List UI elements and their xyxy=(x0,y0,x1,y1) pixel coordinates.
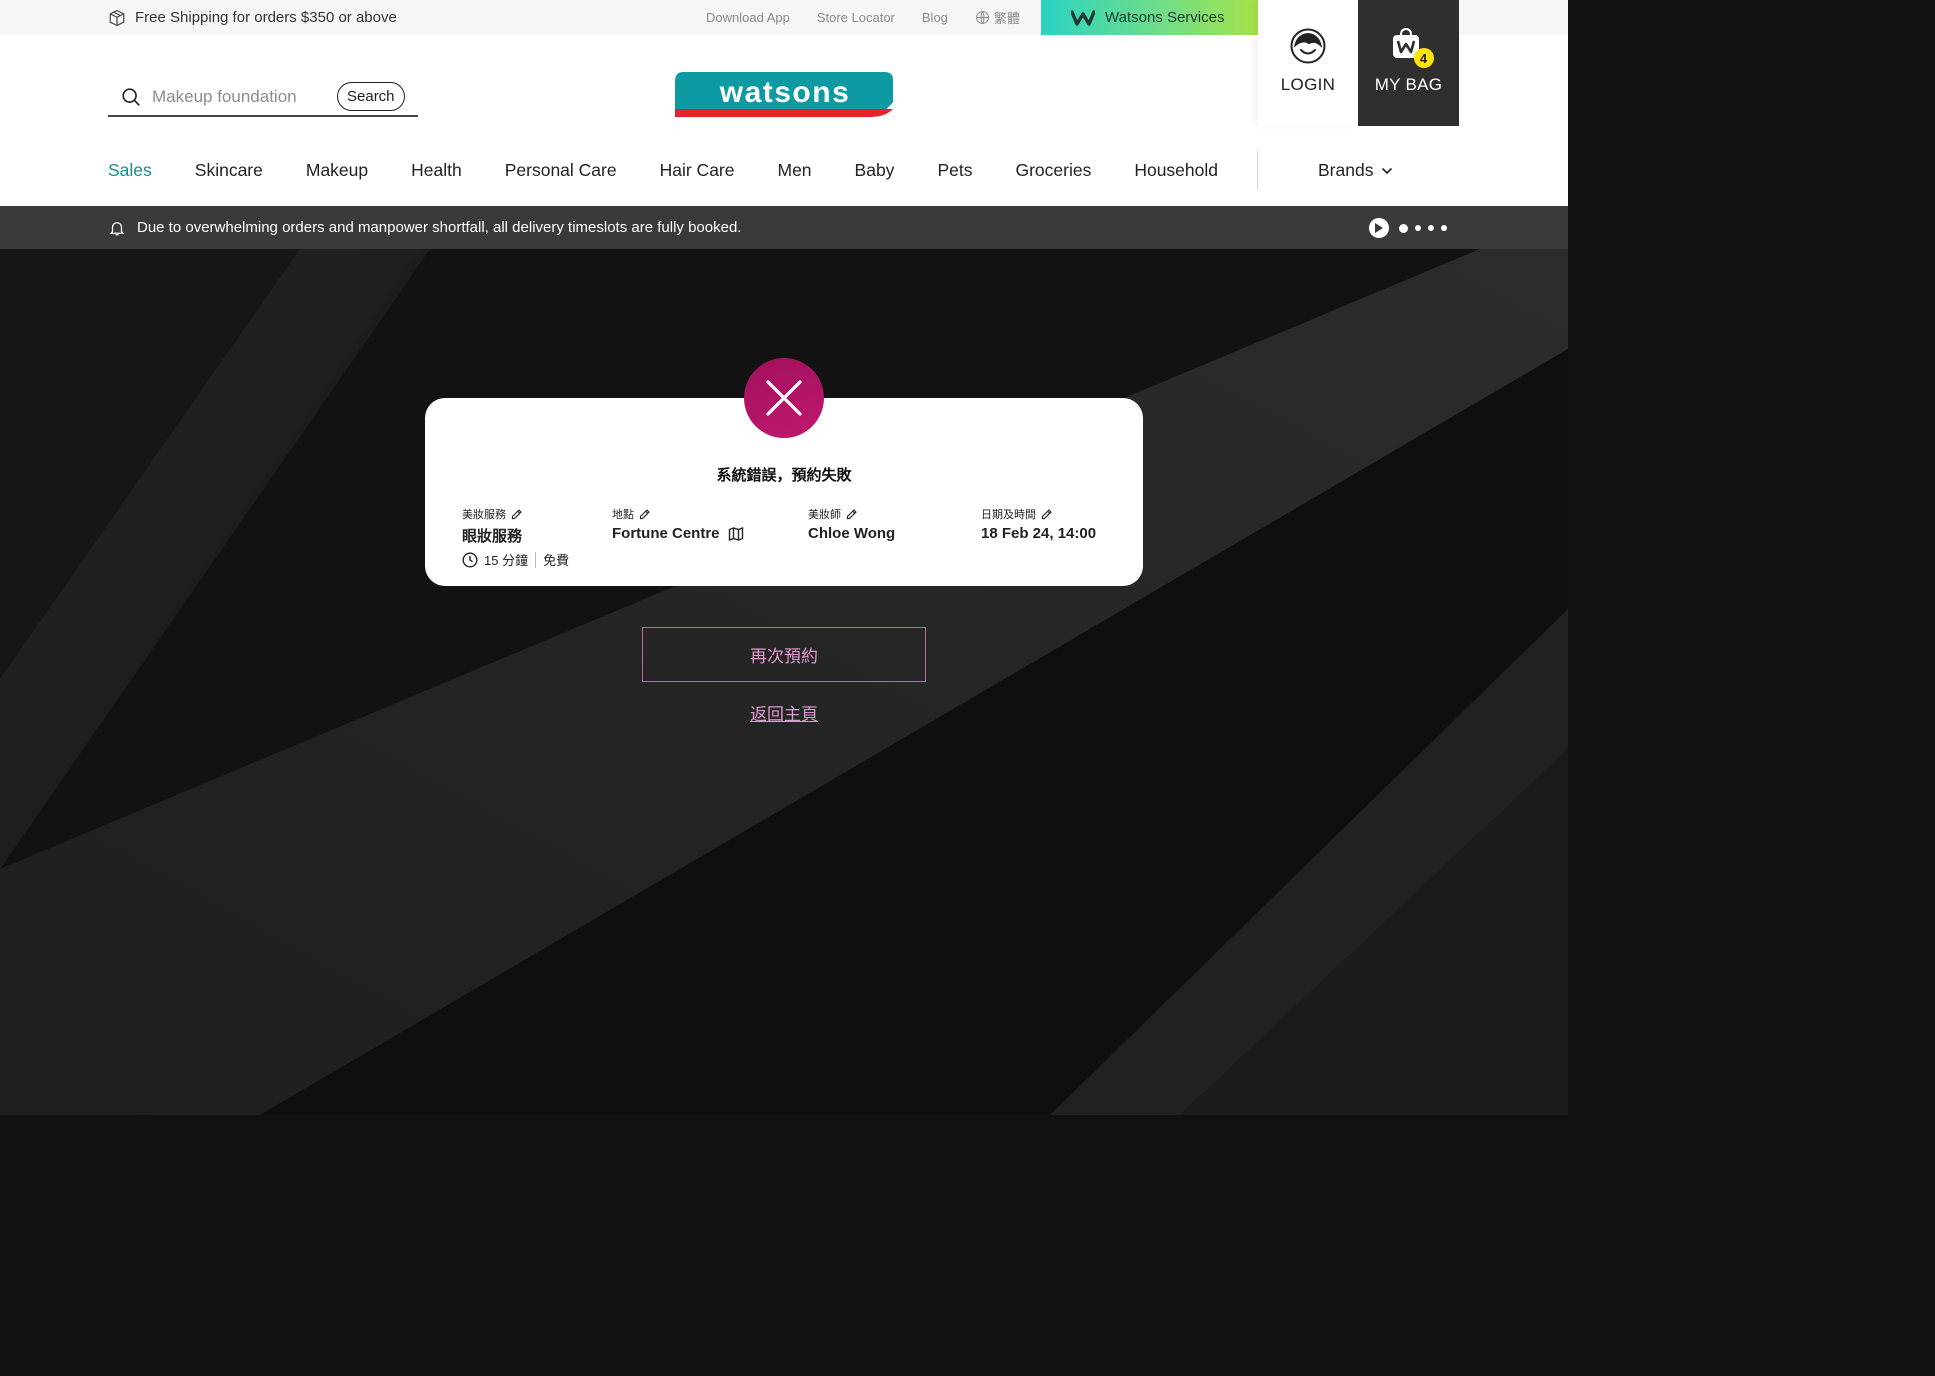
bell-icon xyxy=(109,221,125,235)
service-price: 免費 xyxy=(543,553,570,568)
login-button[interactable]: LOGIN xyxy=(1258,0,1358,126)
nav-item-household[interactable]: Household xyxy=(1134,160,1218,182)
watsons-w-icon xyxy=(1071,9,1095,26)
artist-label: 美妝師 xyxy=(808,507,895,521)
main-content: 系統錯誤，預約失敗 美妝服務 眼妝服務 15 分鐘 免費 地點 Fortune … xyxy=(0,249,1568,1115)
location-label-text: 地點 xyxy=(612,509,634,521)
language-label: 繁體 xyxy=(993,11,1020,26)
nav-item-health[interactable]: Health xyxy=(411,160,462,182)
error-status-icon xyxy=(744,358,824,438)
watsons-logo[interactable]: watsons xyxy=(675,72,893,117)
carousel-dot[interactable] xyxy=(1399,223,1408,233)
location-column: 地點 Fortune Centre xyxy=(612,507,744,542)
nav-item-groceries[interactable]: Groceries xyxy=(1015,160,1091,182)
category-nav: Sales Skincare Makeup Health Personal Ca… xyxy=(108,160,1261,182)
nav-item-hair-care[interactable]: Hair Care xyxy=(660,160,735,182)
free-shipping-text: Free Shipping for orders $350 or above xyxy=(135,9,397,26)
service-meta: 15 分鐘 免費 xyxy=(462,550,569,569)
brands-label: Brands xyxy=(1318,160,1374,180)
map-icon[interactable] xyxy=(728,526,744,542)
service-value: 眼妝服務 xyxy=(462,528,523,545)
brands-dropdown[interactable]: Brands xyxy=(1318,160,1393,181)
play-button[interactable] xyxy=(1369,218,1389,238)
location-value: Fortune Centre xyxy=(612,525,720,542)
artist-column: 美妝師 Chloe Wong xyxy=(808,507,895,542)
login-label: LOGIN xyxy=(1280,75,1336,94)
datetime-label: 日期及時間 xyxy=(981,507,1096,521)
watsons-services-button[interactable]: Watsons Services xyxy=(1041,0,1258,35)
nav-divider xyxy=(1257,150,1258,190)
location-label: 地點 xyxy=(612,507,744,521)
service-label-text: 美妝服務 xyxy=(462,509,506,521)
carousel-dot[interactable] xyxy=(1415,225,1421,231)
artist-label-text: 美妝師 xyxy=(808,509,841,521)
my-bag-label: MY BAG xyxy=(1374,75,1443,94)
site-header: Search watsons LOGIN 4 MY BAG Sales Skin… xyxy=(0,0,1568,206)
nav-item-baby[interactable]: Baby xyxy=(855,160,895,182)
edit-pencil-icon[interactable] xyxy=(845,508,858,521)
edit-pencil-icon[interactable] xyxy=(510,508,523,521)
datetime-label-text: 日期及時間 xyxy=(981,509,1036,521)
watsons-services-label: Watsons Services xyxy=(1105,9,1225,26)
announcement-carousel-controls xyxy=(1369,218,1454,238)
bag-icon-wrapper: 4 xyxy=(1391,27,1434,68)
error-title: 系統錯誤，預約失敗 xyxy=(716,467,852,484)
blog-link[interactable]: Blog xyxy=(922,10,948,25)
nav-item-pets[interactable]: Pets xyxy=(937,160,972,182)
bag-count-badge: 4 xyxy=(1413,48,1434,68)
language-switcher[interactable]: 繁體 xyxy=(975,8,1020,27)
carousel-dot[interactable] xyxy=(1428,225,1434,231)
user-face-icon xyxy=(1290,28,1326,64)
meta-separator xyxy=(535,551,537,568)
datetime-value: 18 Feb 24, 14:00 xyxy=(981,525,1097,542)
carousel-dot[interactable] xyxy=(1441,225,1447,231)
announcement-bar: Due to overwhelming orders and manpower … xyxy=(0,206,1568,249)
nav-item-makeup[interactable]: Makeup xyxy=(306,160,368,182)
search-button[interactable]: Search xyxy=(337,82,405,111)
search-input[interactable] xyxy=(152,87,330,107)
announcement-message: Due to overwhelming orders and manpower … xyxy=(108,206,741,249)
edit-pencil-icon[interactable] xyxy=(638,508,651,521)
close-x-icon xyxy=(766,380,802,416)
clock-icon xyxy=(462,551,478,568)
nav-item-personal-care[interactable]: Personal Care xyxy=(505,160,617,182)
datetime-column: 日期及時間 18 Feb 24, 14:00 xyxy=(981,507,1096,542)
logo-text: watsons xyxy=(719,76,851,109)
back-to-home-text[interactable]: 返回主頁 xyxy=(750,705,818,724)
service-duration: 15 分鐘 xyxy=(484,553,529,568)
search-bar: Search xyxy=(108,79,418,117)
package-icon xyxy=(109,9,125,26)
free-shipping-notice: Free Shipping for orders $350 or above xyxy=(108,0,397,35)
announcement-text: Due to overwhelming orders and manpower … xyxy=(137,219,742,236)
play-icon xyxy=(1375,223,1383,233)
nav-item-sales[interactable]: Sales xyxy=(108,160,152,182)
download-app-link[interactable]: Download App xyxy=(706,10,790,25)
service-column: 美妝服務 眼妝服務 15 分鐘 免費 xyxy=(462,507,569,569)
nav-item-men[interactable]: Men xyxy=(778,160,812,182)
my-bag-button[interactable]: 4 MY BAG xyxy=(1358,0,1459,126)
edit-pencil-icon[interactable] xyxy=(1040,508,1053,521)
location-value-row: Fortune Centre xyxy=(612,525,744,542)
globe-icon xyxy=(975,11,989,24)
back-to-home-link: 返回主頁 xyxy=(0,700,1568,725)
utility-links: Download App Store Locator Blog 繁體 xyxy=(706,0,1020,35)
service-label: 美妝服務 xyxy=(462,507,569,521)
store-locator-link[interactable]: Store Locator xyxy=(817,10,895,25)
search-icon[interactable] xyxy=(120,86,142,108)
artist-value: Chloe Wong xyxy=(808,525,896,542)
nav-item-skincare[interactable]: Skincare xyxy=(195,160,263,182)
rebook-button[interactable]: 再次預約 xyxy=(642,627,926,682)
chevron-down-icon xyxy=(1382,167,1393,174)
